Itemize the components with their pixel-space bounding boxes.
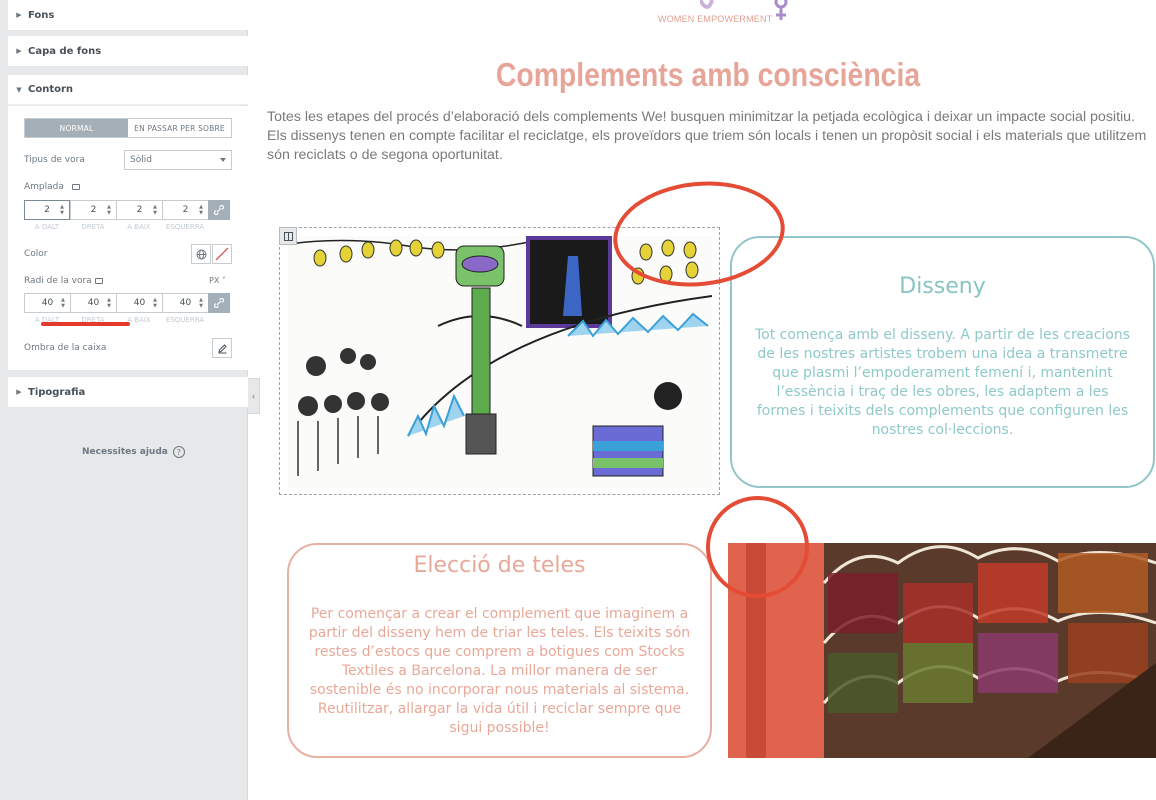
width-side-labels: A DALT DRETA A BAIX ESQUERRA [24,223,208,231]
side-label-left: ESQUERRA [165,316,205,324]
color-picker-button[interactable] [212,244,232,264]
width-left-input[interactable]: 2 ▲ ▼ [162,200,208,220]
section-capa-fons[interactable]: ▶ Capa de fons [8,36,248,66]
teles-text: Per començar a crear el complement que i… [308,606,691,736]
radius-inputs: 40 ▲ ▼ 40 ▲ ▼ 40 ▲ ▼ 40 ▲ ▼ [24,293,232,313]
spinner-icon[interactable]: ▲ ▼ [59,297,67,310]
width-top-input[interactable]: 2 ▲ ▼ [24,200,70,220]
columns-icon [283,231,293,241]
editor-screen: ▶ Fons ▶ Capa de fons ▼ Contorn NORMAL E… [0,0,1156,800]
intro-paragraph: Totes les etapes del procés d’elaboració… [267,108,1156,165]
link-values-button[interactable] [208,293,230,313]
spinner-icon[interactable]: ▲ ▼ [105,204,113,217]
spinner-icon[interactable]: ▲ ▼ [197,204,205,217]
caret-right-icon: ▶ [16,11,22,19]
pencil-icon [217,343,227,353]
section-capa-fons-label: Capa de fons [28,45,102,57]
border-type-value: Sòlid [130,155,152,165]
radius-right-value: 40 [87,298,100,308]
section-fons-label: Fons [28,9,55,21]
caret-down-icon: ▼ [16,85,22,94]
radius-top-value: 40 [41,298,54,308]
width-bottom-value: 2 [136,205,143,215]
help-link[interactable]: Necessites ajuda ? [82,446,185,458]
teles-title: Elecció de teles [413,553,586,578]
side-label-bottom: A BAIX [127,223,151,231]
annotation-underline [41,322,130,326]
radius-label: Radi de la vora [24,276,92,286]
caret-right-icon: ▶ [16,47,22,55]
radius-unit-select[interactable]: PX ˅ [209,276,226,285]
contorn-controls: NORMAL EN PASSAR PER SOBRE Tipus de vora… [8,106,248,370]
radius-bottom-value: 40 [133,298,146,308]
disseny-text: Tot comença amb el disseny. A partir de … [754,327,1131,438]
collapse-panel-button[interactable]: ‹ [248,378,260,414]
disseny-card[interactable]: Disseny Tot comença amb el disseny. A pa… [730,236,1155,488]
chevron-down-icon [220,158,226,162]
tab-normal[interactable]: NORMAL [25,119,128,137]
spinner-icon[interactable]: ▲ ▼ [197,297,205,310]
width-right-input[interactable]: 2 ▲ ▼ [70,200,116,220]
section-fons[interactable]: ▶ Fons [8,0,248,30]
side-label-left: ESQUERRA [165,223,205,231]
width-top-value: 2 [44,205,50,215]
width-right-value: 2 [90,205,97,215]
section-contorn[interactable]: ▼ Contorn [8,75,248,105]
link-values-button[interactable] [208,200,230,220]
section-contorn-label: Contorn [28,84,74,95]
no-color-icon [215,247,229,261]
side-label-right: DRETA [81,223,105,231]
radius-unit-value: PX [209,276,220,285]
monitor-icon[interactable] [72,184,80,190]
caret-right-icon: ▶ [16,388,22,396]
link-icon [214,298,224,308]
section-tipografia[interactable]: ▶ Tipografia [8,377,248,407]
globe-icon [196,249,206,259]
side-label-top: A DALT [34,223,60,231]
radius-top-input[interactable]: 40 ▲ ▼ [24,293,70,313]
logo-text: WOMEN EMPOWERMENT [658,14,773,24]
column-handle-icon[interactable] [279,227,297,245]
chevron-left-icon: ‹ [252,391,255,401]
annotation-circle [706,496,809,598]
width-bottom-input[interactable]: 2 ▲ ▼ [116,200,162,220]
teles-card[interactable]: Elecció de teles Per començar a crear el… [287,543,712,758]
intro-line: són reciclats o de segona oportunitat. [267,147,503,163]
spinner-icon[interactable]: ▲ ▼ [151,297,159,310]
tab-hover[interactable]: EN PASSAR PER SOBRE [128,119,231,137]
question-icon: ? [172,446,185,458]
intro-line: Totes les etapes del procés d’elaboració… [267,109,1135,125]
width-left-value: 2 [182,205,189,215]
disseny-title: Disseny [899,274,986,299]
global-color-button[interactable] [191,244,211,264]
radius-left-value: 40 [179,298,192,308]
state-tabs: NORMAL EN PASSAR PER SOBRE [24,118,232,138]
intro-line: Els dissenys tenen en compte facilitar e… [267,128,1147,144]
width-label: Amplada [24,182,64,192]
spinner-icon[interactable]: ▲ ▼ [151,204,159,217]
radius-left-input[interactable]: 40 ▲ ▼ [162,293,208,313]
radius-right-input[interactable]: 40 ▲ ▼ [70,293,116,313]
help-label: Necessites ajuda [82,447,168,457]
page-title: Complements amb consciència [495,56,921,93]
edit-shadow-button[interactable] [212,338,232,358]
width-inputs: 2 ▲ ▼ 2 ▲ ▼ 2 ▲ ▼ 2 ▲ ▼ [24,200,232,220]
spinner-icon[interactable]: ▲ ▼ [105,297,113,310]
spinner-icon[interactable]: ▲ ▼ [58,204,66,217]
monitor-icon[interactable] [95,278,103,284]
shadow-label: Ombra de la caixa [24,343,107,353]
section-tipografia-label: Tipografia [28,386,86,398]
settings-panel: ▶ Fons ▶ Capa de fons ▼ Contorn NORMAL E… [0,0,248,800]
border-type-label: Tipus de vora [24,155,85,165]
radius-bottom-input[interactable]: 40 ▲ ▼ [116,293,162,313]
color-label: Color [24,249,48,259]
link-icon [214,205,224,215]
border-type-select[interactable]: Sòlid [124,150,232,170]
